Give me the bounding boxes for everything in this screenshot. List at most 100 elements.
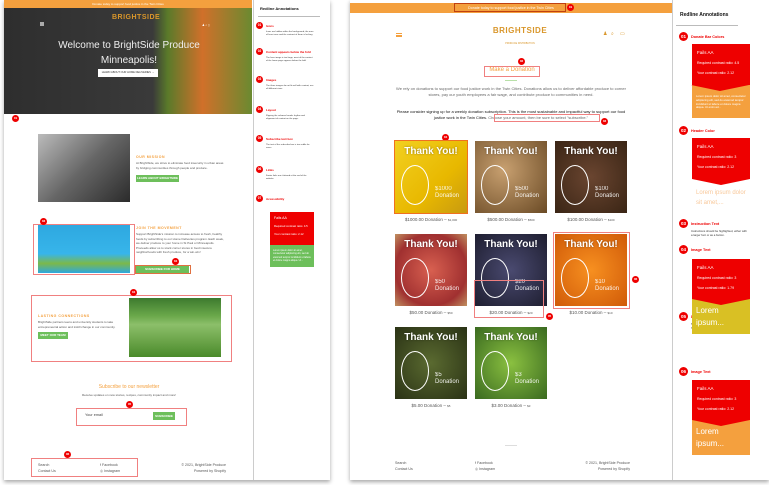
footer-links[interactable]: Search Contact Us	[38, 462, 56, 474]
search-icon[interactable]: ⌕	[611, 31, 614, 37]
yours: Your contrast ratio: 1.79	[697, 286, 735, 290]
annotation-box	[494, 114, 600, 122]
annotation-item: 01 Icons	[256, 22, 311, 29]
footer-links[interactable]: Search Contact Us	[395, 460, 413, 472]
yours: Your contrast ratio: 2.12	[697, 71, 735, 75]
footer-contact-link[interactable]: Contact Us	[395, 466, 413, 472]
annotation-pin: 03	[40, 218, 47, 225]
intro-text: We rely on donations to support our food…	[396, 86, 626, 97]
annotation-item: 05 Subscribe text box	[256, 135, 311, 142]
kiwi-icon	[481, 351, 509, 391]
mission-text: At BrightSide, we strive to eliminate fo…	[136, 161, 224, 170]
instagram-link[interactable]: ◎ Instagram	[100, 468, 120, 474]
page-title: Make a Donation	[489, 67, 535, 73]
annotations-title: Redline Annotations	[260, 6, 299, 11]
menu-icon[interactable]	[396, 33, 402, 37]
potato-icon	[481, 165, 509, 205]
annotation-number: 04	[256, 106, 263, 113]
powered-by: Powered by Shopify	[598, 467, 630, 471]
annotation-number: 03	[256, 76, 263, 83]
annotation-number: 02	[256, 48, 263, 55]
donation-tile-avocado[interactable]: Thank You! $5 Donation	[395, 327, 467, 399]
annotation-number: 05	[256, 135, 263, 142]
tile-heading: Thank You!	[404, 239, 458, 250]
footer-contact-link[interactable]: Contact Us	[38, 468, 56, 474]
apple-icon	[401, 258, 429, 298]
annotation-label: Donate Bar Colors	[691, 34, 725, 39]
donation-label[interactable]: $1000.00 Donation – $1,000	[395, 217, 467, 222]
donation-label[interactable]: $100.00 Donation – $100	[555, 217, 627, 222]
account-icon[interactable]: ♟	[603, 31, 607, 37]
arrow	[692, 420, 750, 426]
arrow	[691, 85, 749, 91]
donation-word: Donation	[515, 193, 540, 199]
footer-copyright: © 2021, BrightSide Produce Powered by Sho…	[174, 462, 226, 474]
tile-amount: $5 Donation	[435, 372, 459, 386]
yours: Your contrast ratio: 2.12	[697, 165, 735, 169]
instagram-label: Instagram	[479, 467, 496, 471]
annotation-desc: Instructions should be highlighted, eith…	[691, 229, 747, 237]
instagram-link[interactable]: ◎ Instagram	[475, 466, 495, 472]
donate-bar[interactable]: Donate today to support food justice in …	[4, 0, 252, 8]
donation-label[interactable]: $500.00 Donation – $500	[475, 217, 547, 222]
amount: $50	[435, 279, 446, 285]
donation-label[interactable]: $5.00 Donation – $5	[395, 403, 467, 408]
annotation-box	[474, 280, 544, 318]
menu-icon[interactable]	[40, 22, 44, 26]
subscribe-deliveries-button[interactable]: SUBSCRIBE FOR HOME DELIVERIES	[136, 266, 189, 278]
newsletter-subscribe-button[interactable]: SUBSCRIBE	[153, 412, 175, 420]
email-input[interactable]: Your email	[85, 413, 103, 417]
annotation-number: 05	[679, 312, 688, 321]
tile-amount: $500 Donation	[515, 186, 539, 200]
annotation-item: 02 Header Color	[679, 126, 715, 135]
footer-social[interactable]: f Facebook ◎ Instagram	[100, 462, 120, 474]
contrast-sample-2: Lorem ipsum dolor sit amet,...	[696, 190, 746, 206]
annotation-label: Links	[266, 167, 274, 172]
annotation-number: 04	[679, 245, 688, 254]
annotation-rule	[676, 25, 738, 26]
tile-heading: Thank You!	[484, 239, 538, 250]
donation-tile-potato[interactable]: Thank You! $500 Donation	[475, 141, 547, 213]
hero-title-line1: Welcome to BrightSide Produce	[58, 40, 200, 51]
annotation-label: Image Text	[691, 369, 711, 374]
annotation-desc: The text of the subscribe box is too sub…	[266, 144, 310, 149]
annotation-pin: 06	[632, 276, 639, 283]
cart-icon[interactable]: ▭	[620, 31, 625, 37]
logo: BRIGHTSIDE	[112, 14, 161, 21]
header-icons[interactable]: ♟ ⌕ ▯	[202, 23, 222, 27]
label: $10.00 Donation	[569, 310, 603, 315]
tile-heading: Thank You!	[564, 146, 618, 157]
footer-social[interactable]: f Facebook ◎ Instagram	[475, 460, 495, 472]
annotation-box	[454, 3, 566, 12]
annotation-item: 01 Donate Bar Colors	[679, 32, 724, 41]
amount: $3	[515, 372, 522, 378]
donation-label[interactable]: $50.00 Donation – $50	[395, 310, 467, 315]
donation-tile-kiwi[interactable]: Thank You! $3 Donation	[475, 327, 547, 399]
hero-button[interactable]: LEARN ABOUT OUR HOME DELIVERIES →	[98, 69, 158, 77]
annotation-pin: 03	[601, 118, 608, 125]
annotation-label: Icons	[266, 23, 274, 28]
donation-tile-apple[interactable]: Thank You! $50 Donation	[395, 234, 467, 306]
donation-tile-kiwi-brown[interactable]: Thank You! $100 Donation	[555, 141, 627, 213]
connections-heading: LASTING CONNECTIONS	[38, 314, 90, 318]
donation-word: Donation	[515, 379, 540, 385]
annotation-label: Content appears below the fold	[266, 49, 311, 54]
annotation-number: 06	[256, 166, 263, 173]
donation-label[interactable]: $10.00 Donation – $10	[555, 310, 627, 315]
price: $50	[447, 311, 453, 315]
annotation-pin: 05	[546, 313, 553, 320]
learn-about-button[interactable]: LEARN ABOUT BRIGHTSIDE	[136, 175, 179, 182]
required: Required contrast ratio: 4.5	[697, 61, 740, 65]
amount: $100	[595, 186, 609, 192]
price: $500	[527, 218, 535, 222]
donation-label[interactable]: $3.00 Donation – $3	[475, 403, 547, 408]
contrast-status: Fails AA	[274, 216, 287, 220]
title-underline	[505, 80, 517, 81]
newsletter-title: Subscribe to our newsletter	[98, 384, 160, 390]
annotation-number: 01	[679, 32, 688, 41]
contrast-box-4: Fails AA Required contrast ratio: 3 Your…	[692, 259, 750, 299]
contrast-sample: Lorem ipsum dolor sit amet, consectetur …	[270, 245, 314, 267]
connections-text: BrightSide partners teens and university…	[38, 320, 116, 329]
annotation-desc: The hero image is too large; most of the…	[266, 57, 313, 62]
meet-team-button[interactable]: MEET OUR TEAM	[38, 332, 68, 339]
